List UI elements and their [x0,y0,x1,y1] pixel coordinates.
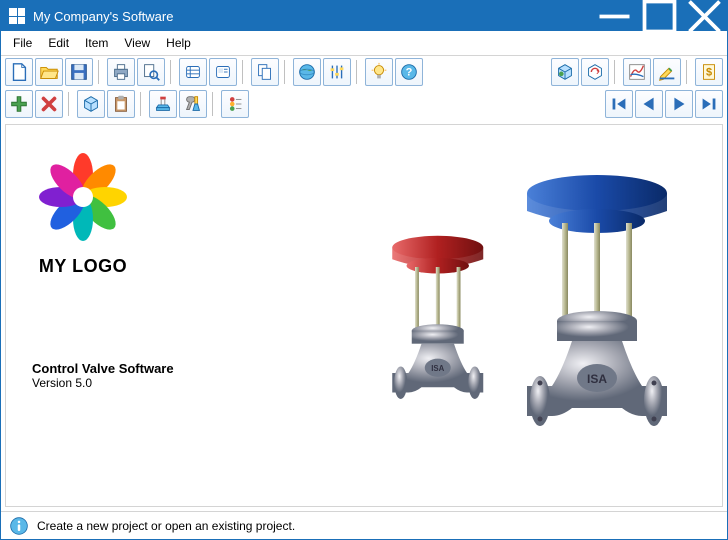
valve-icon-button[interactable] [149,90,177,118]
cube-button[interactable] [77,90,105,118]
menu-bar: File Edit Item View Help [1,31,727,56]
cost-report-button[interactable]: $ [695,58,723,86]
globe-button[interactable] [293,58,321,86]
toolbar-2 [1,88,727,120]
tools-button[interactable] [179,90,207,118]
open-file-button[interactable] [35,58,63,86]
first-button[interactable] [605,90,633,118]
rotate-box-button[interactable] [581,58,609,86]
prev-button[interactable] [635,90,663,118]
new-file-button[interactable] [5,58,33,86]
print-button[interactable] [107,58,135,86]
chart-curve-button[interactable] [623,58,651,86]
save-button[interactable] [65,58,93,86]
product-name: Control Valve Software [32,361,174,376]
add-button[interactable] [5,90,33,118]
last-button[interactable] [695,90,723,118]
print-preview-button[interactable] [137,58,165,86]
menu-view[interactable]: View [116,33,158,53]
clipboard-button[interactable] [107,90,135,118]
minimize-button[interactable] [592,1,637,31]
module-box-button[interactable] [551,58,579,86]
menu-file[interactable]: File [5,33,40,53]
product-info: Control Valve Software Version 5.0 [32,361,174,390]
edit-pencil-button[interactable] [653,58,681,86]
maximize-button[interactable] [637,1,682,31]
settings-sliders-button[interactable] [323,58,351,86]
copy-button[interactable] [251,58,279,86]
menu-edit[interactable]: Edit [40,33,77,53]
valve-illustration: ISA ISA [332,133,692,496]
svg-text:?: ? [406,67,413,79]
content-area: MY LOGO Control Valve Software Version 5… [5,124,723,507]
traffic-light-button[interactable] [221,90,249,118]
status-message: Create a new project or open an existing… [37,519,295,533]
app-icon [9,8,25,24]
close-button[interactable] [682,1,727,31]
menu-help[interactable]: Help [158,33,199,53]
menu-item[interactable]: Item [77,33,116,53]
svg-text:ISA: ISA [431,364,444,373]
title-bar: My Company's Software [1,1,727,31]
svg-text:$: $ [706,67,712,79]
delete-button[interactable] [35,90,63,118]
product-version: Version 5.0 [32,376,174,390]
database-button[interactable] [179,58,207,86]
status-bar: Create a new project or open an existing… [1,511,727,539]
help-button[interactable]: ? [395,58,423,86]
card-button[interactable] [209,58,237,86]
logo-area: MY LOGO [28,149,138,277]
toolbar-1: ? $ [1,56,727,88]
idea-bulb-button[interactable] [365,58,393,86]
window-title: My Company's Software [33,9,592,24]
info-icon [9,516,29,536]
next-button[interactable] [665,90,693,118]
logo-text: MY LOGO [28,256,138,277]
svg-text:ISA: ISA [587,372,607,386]
logo-flower-icon [28,149,138,249]
